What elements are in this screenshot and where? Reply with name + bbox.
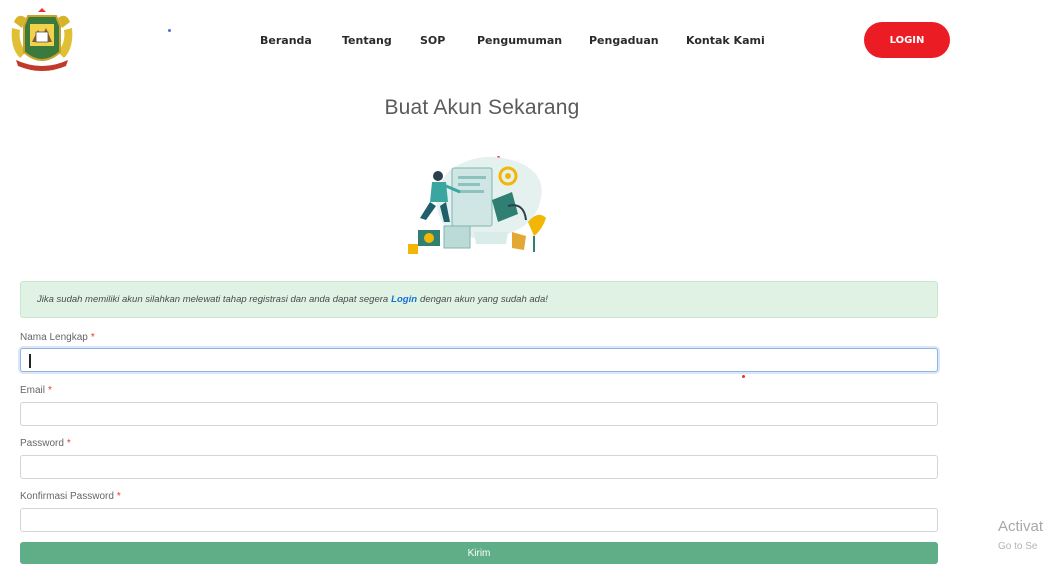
full-name-label: Nama Lengkap * [20,332,95,343]
submit-button[interactable]: Kirim [20,542,938,564]
password-label: Password * [20,438,71,449]
nav-tentang[interactable]: Tentang [342,34,392,47]
nav-pengumuman[interactable]: Pengumuman [477,34,562,47]
full-name-input[interactable] [20,348,938,372]
text-caret [29,354,31,368]
activation-watermark: Activat [998,518,1044,535]
info-alert: Jika sudah memiliki akun silahkan melewa… [20,281,938,318]
email-label: Email * [20,385,52,396]
nav-kontak-kami[interactable]: Kontak Kami [686,34,765,47]
nav-sop[interactable]: SOP [420,34,445,47]
alert-text-after: dengan akun yang sudah ada! [420,294,548,305]
registration-illustration [408,156,546,254]
email-input[interactable] [20,402,938,426]
decor-dot [742,375,745,378]
alert-text-before: Jika sudah memiliki akun silahkan melewa… [37,294,389,305]
confirm-password-input[interactable] [20,508,938,532]
nav-beranda[interactable]: Beranda [260,34,312,47]
decor-dot [168,29,171,32]
confirm-password-label: Konfirmasi Password * [20,491,121,502]
nav-pengaduan[interactable]: Pengaduan [589,34,659,47]
page-title: Buat Akun Sekarang [384,96,580,119]
activation-watermark-subtitle: Go to Se [998,541,1038,552]
login-button[interactable]: LOGIN [864,22,950,58]
alert-login-link[interactable]: Login [391,294,417,305]
password-input[interactable] [20,455,938,479]
